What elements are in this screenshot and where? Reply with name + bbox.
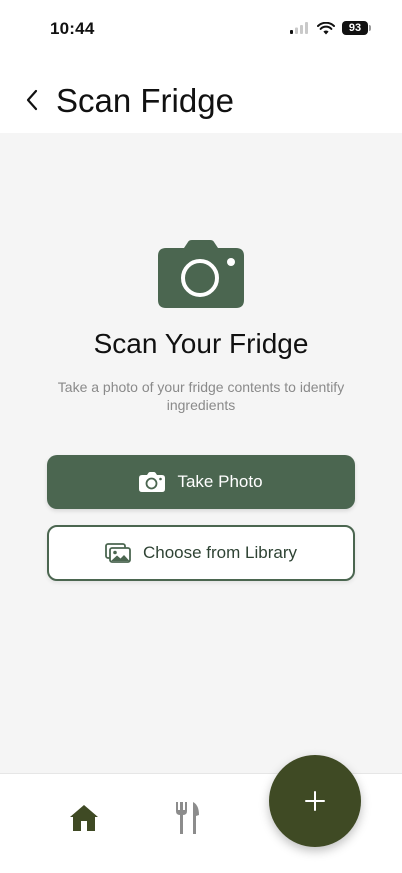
camera-icon [158,240,244,308]
add-fab-button[interactable] [269,755,361,847]
camera-icon [139,472,166,492]
home-icon[interactable] [68,802,100,834]
status-icons: 93 [290,21,371,35]
take-photo-button[interactable]: Take Photo [47,455,355,509]
signal-icon [290,22,308,34]
plus-icon [305,791,325,811]
chevron-left-icon [26,89,38,111]
choose-library-label: Choose from Library [142,543,297,562]
page-title: Scan Fridge [56,82,234,119]
battery-icon: 93 [342,21,371,35]
battery-level: 93 [348,22,362,34]
status-time: 10:44 [50,19,95,38]
fork-knife-icon[interactable] [174,801,200,835]
take-photo-label: Take Photo [177,472,263,491]
scan-subtitle: Take a photo of your fridge contents to … [57,379,345,413]
scan-heading: Scan Your Fridge [93,328,309,359]
photo-library-icon [105,543,131,563]
header-bar: 10:44 93 Scan Fridge [0,0,402,133]
choose-library-button[interactable]: Choose from Library [47,525,355,581]
back-button[interactable] [20,86,44,114]
wifi-icon [317,21,335,34]
